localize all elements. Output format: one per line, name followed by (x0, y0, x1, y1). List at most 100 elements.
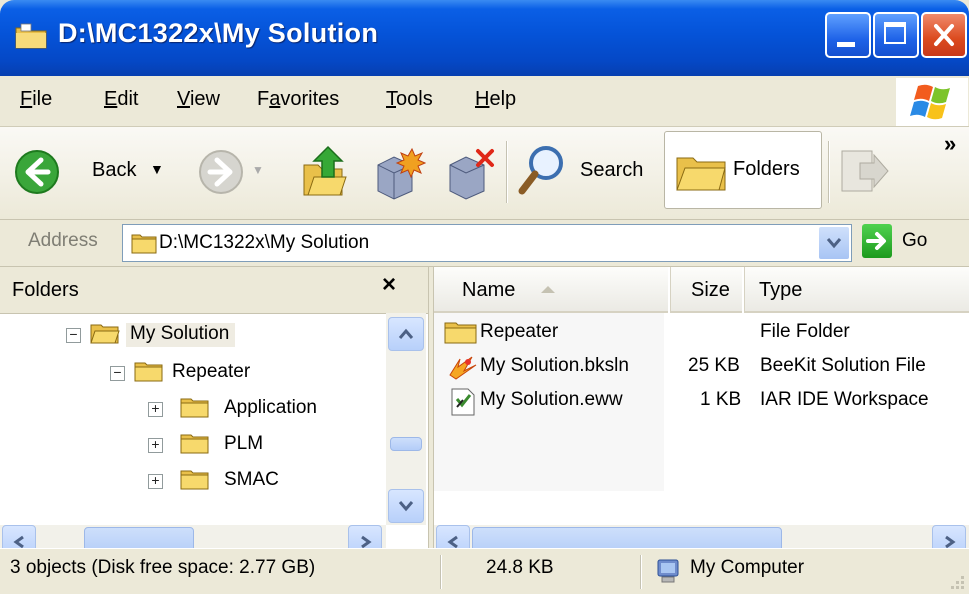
folders-pane: Folders × − My Solution − Repeater + App… (0, 267, 428, 567)
collapse-icon[interactable]: − (110, 365, 125, 381)
menu-favorites[interactable]: Favorites (257, 88, 339, 111)
back-arrow-icon (15, 150, 59, 194)
search-button[interactable]: Search (516, 141, 654, 203)
file-row[interactable]: My Solution.bksln 25 KB BeeKit Solution … (444, 353, 964, 385)
address-label: Address (28, 230, 98, 251)
standard-toolbar: Back ▼ ▼ Search Folders » (0, 127, 969, 220)
folders-vertical-scrollbar[interactable] (386, 313, 426, 525)
folder-icon (180, 398, 209, 418)
folder-icon (134, 362, 163, 382)
address-input[interactable]: D:\MC1322x\My Solution (122, 224, 852, 262)
file-type: IAR IDE Workspace (760, 389, 929, 410)
tree-item-label: PLM (224, 433, 264, 454)
column-size-label: Size (691, 279, 730, 301)
windows-flag-icon (910, 84, 950, 120)
column-header-size[interactable]: Size (670, 267, 742, 313)
tree-item-label: Application (224, 397, 317, 418)
column-header-type[interactable]: Type (744, 267, 969, 313)
title-bar[interactable]: D:\MC1322x\My Solution (0, 0, 969, 76)
status-size: 24.8 KB (486, 557, 554, 578)
chevron-up-icon (398, 328, 414, 339)
folder-icon (15, 23, 47, 49)
search-icon (518, 146, 563, 195)
my-computer-icon (657, 559, 679, 583)
back-dropdown-icon[interactable]: ▼ (150, 161, 164, 177)
file-list-pane: Name Size Type Repeater File Folder My S… (434, 267, 969, 567)
folder-icon (180, 434, 209, 454)
address-bar: Address D:\MC1322x\My Solution Go (0, 220, 969, 267)
back-button[interactable]: Back ▼ (14, 145, 164, 199)
expand-icon[interactable]: + (148, 473, 163, 489)
scroll-up-button[interactable] (388, 317, 424, 351)
iar-workspace-icon (451, 388, 475, 416)
file-name: Repeater (480, 321, 559, 342)
resize-grip-icon[interactable] (944, 571, 966, 593)
status-separator (640, 555, 642, 589)
file-row[interactable]: My Solution.eww 1 KB IAR IDE Workspace (444, 387, 964, 419)
tree-item-application[interactable]: + Application (148, 393, 348, 427)
collapse-icon[interactable]: − (66, 327, 81, 343)
expand-icon[interactable]: + (148, 401, 163, 417)
file-row[interactable]: Repeater File Folder (444, 319, 964, 351)
scroll-down-button[interactable] (388, 489, 424, 523)
folder-icon (444, 322, 477, 344)
move-to-icon[interactable] (372, 145, 426, 201)
chevron-left-icon (13, 535, 24, 549)
column-type-label: Type (759, 279, 803, 301)
close-pane-icon[interactable]: × (382, 271, 396, 299)
file-size: 25 KB (688, 355, 740, 376)
status-object-count: 3 objects (Disk free space: 2.77 GB) (10, 557, 316, 578)
search-label: Search (580, 159, 644, 181)
tree-item-label: Repeater (172, 361, 251, 382)
menu-help[interactable]: Help (475, 88, 516, 111)
chevron-right-icon (945, 535, 956, 549)
expand-icon[interactable]: + (148, 437, 163, 453)
minimize-button[interactable] (825, 12, 871, 58)
explorer-window: D:\MC1322x\My Solution File Edit View Fa… (0, 0, 969, 594)
tree-item-my-solution[interactable]: − My Solution (66, 319, 276, 353)
folder-icon (131, 234, 157, 254)
tree-item-label: SMAC (224, 469, 279, 490)
window-title: D:\MC1322x\My Solution (58, 18, 379, 48)
menu-tools[interactable]: Tools (386, 88, 433, 111)
forward-button[interactable]: ▼ (198, 149, 268, 199)
column-name-label: Name (462, 279, 516, 301)
address-dropdown-button[interactable] (819, 227, 849, 259)
close-button[interactable] (921, 12, 967, 58)
column-header-name[interactable]: Name (434, 267, 668, 313)
beekit-file-icon (449, 356, 477, 380)
address-path: D:\MC1322x\My Solution (159, 232, 370, 253)
scroll-thumb[interactable] (390, 437, 422, 451)
close-icon (934, 24, 954, 46)
status-zone: My Computer (690, 557, 805, 578)
menu-view[interactable]: View (177, 88, 220, 111)
file-name: My Solution.bksln (480, 355, 629, 376)
tree-item-repeater[interactable]: − Repeater (110, 357, 310, 391)
tree-item-label: My Solution (126, 323, 236, 347)
file-type: File Folder (760, 321, 850, 342)
windows-logo (896, 78, 968, 126)
go-button[interactable] (862, 224, 892, 258)
file-name: My Solution.eww (480, 389, 623, 410)
chevron-down-icon (398, 501, 414, 512)
file-type: BeeKit Solution File (760, 355, 926, 376)
toolbar-separator (506, 141, 508, 203)
up-folder-icon[interactable] (298, 145, 350, 199)
tree-item-plm[interactable]: + PLM (148, 429, 348, 463)
views-icon[interactable] (838, 145, 890, 201)
menu-edit[interactable]: Edit (104, 88, 138, 111)
chevron-down-icon (826, 238, 842, 249)
forward-arrow-icon (199, 150, 243, 194)
status-separator (440, 555, 442, 589)
toolbar-separator (828, 141, 830, 203)
toolbar-overflow-icon[interactable]: » (944, 131, 956, 157)
menu-file[interactable]: File (20, 88, 52, 111)
chevron-left-icon (447, 535, 458, 549)
file-size: 1 KB (700, 389, 742, 410)
forward-dropdown-icon[interactable]: ▼ (252, 163, 264, 177)
maximize-button[interactable] (873, 12, 919, 58)
folders-button[interactable]: Folders (664, 131, 822, 209)
tree-item-smac[interactable]: + SMAC (148, 465, 348, 499)
delete-icon[interactable] (446, 145, 496, 201)
go-label[interactable]: Go (902, 230, 927, 252)
